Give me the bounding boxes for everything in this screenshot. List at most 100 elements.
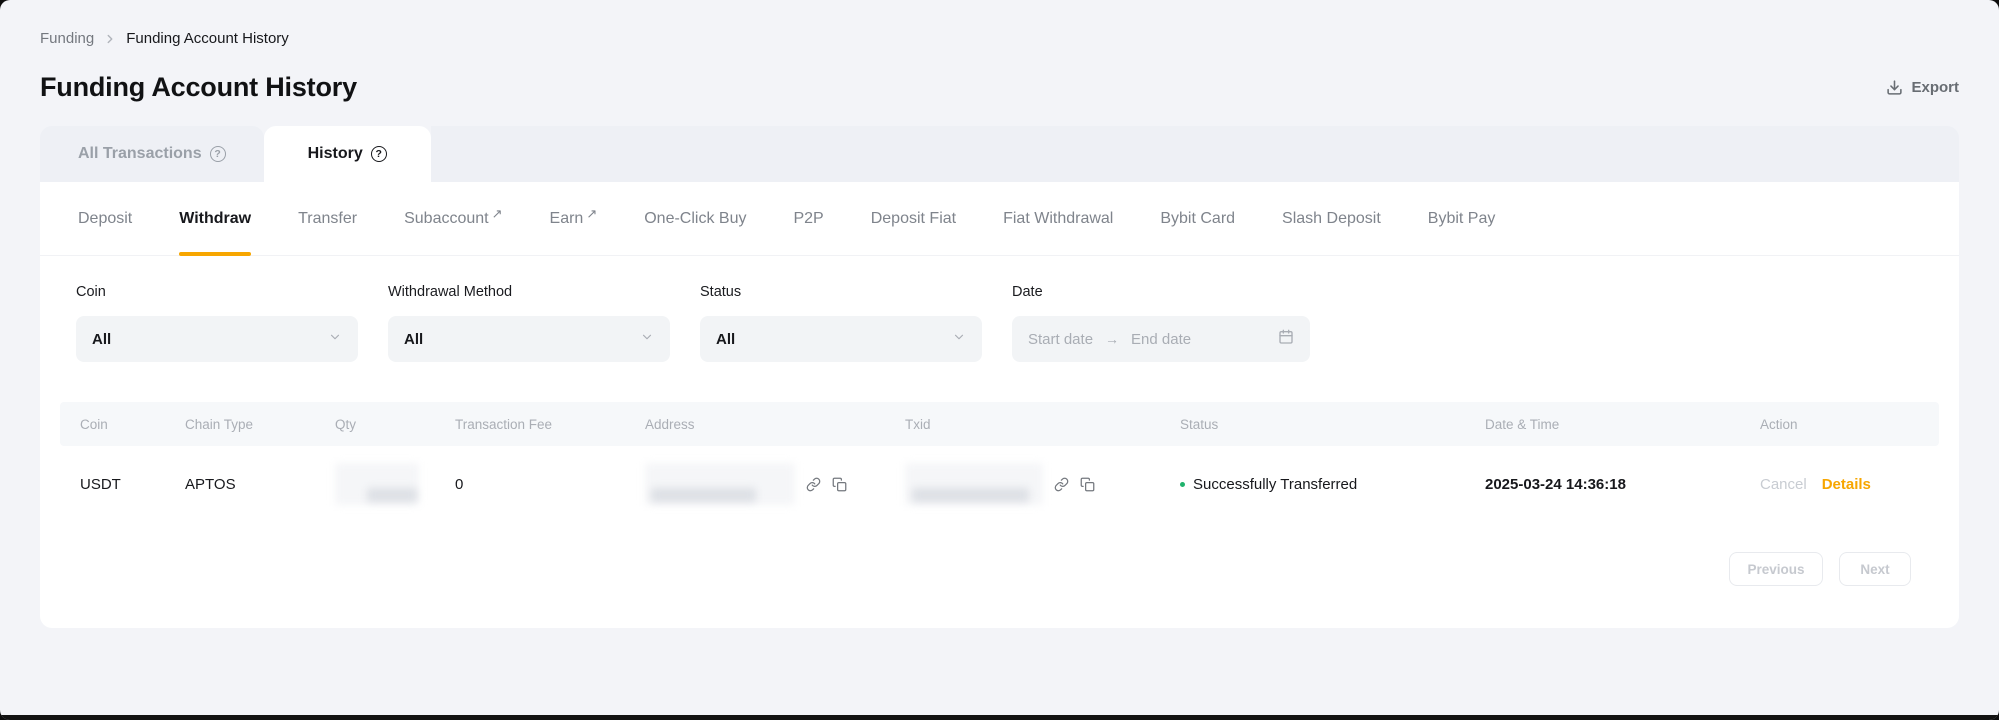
- export-label: Export: [1911, 79, 1959, 96]
- cancel-action[interactable]: Cancel: [1760, 476, 1807, 493]
- pagination: Previous Next: [40, 552, 1911, 586]
- subtab-bybit-pay[interactable]: Bybit Pay: [1428, 182, 1496, 255]
- filters-row: Coin All Withdrawal Method All Status: [40, 256, 1959, 362]
- cell-date-time: 2025-03-24 14:36:18: [1485, 476, 1760, 493]
- cell-action: Cancel Details: [1760, 476, 1919, 493]
- col-header-address: Address: [645, 417, 905, 432]
- cell-txid: [905, 463, 1180, 505]
- external-link-icon: ↗: [492, 206, 503, 222]
- subtab-p2p[interactable]: P2P: [793, 182, 823, 255]
- export-button[interactable]: Export: [1886, 79, 1959, 96]
- subtab-earn[interactable]: Earn↗: [550, 182, 598, 255]
- subtab-fiat-withdrawal[interactable]: Fiat Withdrawal: [1003, 182, 1113, 255]
- col-header-date-time: Date & Time: [1485, 417, 1760, 432]
- subtab-label: Earn: [550, 210, 584, 228]
- bottom-edge-bar: [0, 715, 1999, 720]
- top-tabs: All Transactions ? History ?: [40, 126, 1959, 182]
- cell-chain-type: APTOS: [185, 476, 335, 493]
- funding-account-history-screen: Funding Funding Account History Funding …: [0, 0, 1999, 720]
- subtab-label: Transfer: [298, 210, 357, 228]
- subtab-deposit[interactable]: Deposit: [78, 182, 132, 255]
- previous-page-button[interactable]: Previous: [1729, 552, 1823, 586]
- chevron-right-icon: [103, 32, 117, 46]
- tab-history-label: History: [308, 145, 363, 163]
- subtab-label: Subaccount: [404, 210, 489, 228]
- address-redacted-blur: [645, 463, 795, 505]
- status-filter-label: Status: [700, 284, 982, 300]
- subtab-label: Withdraw: [179, 210, 251, 228]
- subtab-bybit-card[interactable]: Bybit Card: [1160, 182, 1235, 255]
- breadcrumb: Funding Funding Account History: [40, 30, 1959, 47]
- subtab-transfer[interactable]: Transfer: [298, 182, 357, 255]
- subtab-one-click-buy[interactable]: One-Click Buy: [644, 182, 746, 255]
- chevron-down-icon: [328, 330, 342, 349]
- tab-all-transactions-label: All Transactions: [78, 145, 202, 163]
- status-select-value: All: [716, 331, 735, 348]
- chevron-down-icon: [640, 330, 654, 349]
- help-icon[interactable]: ?: [210, 146, 226, 162]
- subtab-subaccount[interactable]: Subaccount↗: [404, 182, 502, 255]
- tabs-strip-filler: [431, 126, 1959, 182]
- subtab-label: Bybit Pay: [1428, 210, 1496, 228]
- subtab-label: Deposit Fiat: [871, 210, 956, 228]
- col-header-action: Action: [1760, 417, 1919, 432]
- date-range-picker[interactable]: Start date → End date: [1012, 316, 1310, 362]
- page-title: Funding Account History: [40, 72, 357, 103]
- history-subtabs: Deposit Withdraw Transfer Subaccount↗ Ea…: [40, 182, 1959, 256]
- breadcrumb-current: Funding Account History: [126, 30, 289, 47]
- txid-copy-icon[interactable]: [1080, 477, 1095, 492]
- subtab-label: P2P: [793, 210, 823, 228]
- download-icon: [1886, 79, 1903, 96]
- subtab-label: One-Click Buy: [644, 210, 746, 228]
- cell-transaction-fee: 0: [455, 476, 645, 493]
- col-header-txid: Txid: [905, 417, 1180, 432]
- col-header-coin: Coin: [80, 417, 185, 432]
- address-copy-icon[interactable]: [832, 477, 847, 492]
- txid-explorer-link-icon[interactable]: [1054, 477, 1069, 492]
- end-date-placeholder: End date: [1131, 331, 1191, 348]
- tab-history[interactable]: History ?: [264, 126, 431, 182]
- col-header-status: Status: [1180, 417, 1485, 432]
- withdraw-history-table: Coin Chain Type Qty Transaction Fee Addr…: [60, 402, 1939, 522]
- breadcrumb-funding-link[interactable]: Funding: [40, 30, 94, 47]
- withdrawal-method-select-value: All: [404, 331, 423, 348]
- start-date-placeholder: Start date: [1028, 331, 1093, 348]
- status-green-dot: [1180, 482, 1185, 487]
- external-link-icon: ↗: [586, 206, 597, 222]
- coin-select-value: All: [92, 331, 111, 348]
- withdrawal-method-filter-label: Withdrawal Method: [388, 284, 670, 300]
- table-row: USDT APTOS 0: [60, 446, 1939, 522]
- subtab-withdraw[interactable]: Withdraw: [179, 182, 251, 255]
- cell-coin: USDT: [80, 476, 185, 493]
- txid-redacted-blur: [905, 463, 1043, 505]
- subtab-label: Fiat Withdrawal: [1003, 210, 1113, 228]
- tab-all-transactions[interactable]: All Transactions ?: [40, 126, 264, 182]
- subtab-label: Slash Deposit: [1282, 210, 1381, 228]
- subtab-slash-deposit[interactable]: Slash Deposit: [1282, 182, 1381, 255]
- chevron-down-icon: [952, 330, 966, 349]
- col-header-qty: Qty: [335, 417, 455, 432]
- status-select[interactable]: All: [700, 316, 982, 362]
- date-filter-label: Date: [1012, 284, 1310, 300]
- coin-filter-label: Coin: [76, 284, 358, 300]
- date-range-arrow-icon: →: [1105, 331, 1119, 347]
- cell-status: Successfully Transferred: [1180, 476, 1485, 493]
- cell-address: [645, 463, 905, 505]
- status-text: Successfully Transferred: [1193, 476, 1357, 493]
- help-icon[interactable]: ?: [371, 146, 387, 162]
- calendar-icon: [1278, 329, 1294, 350]
- col-header-chain-type: Chain Type: [185, 417, 335, 432]
- table-header-row: Coin Chain Type Qty Transaction Fee Addr…: [60, 402, 1939, 446]
- history-card: Deposit Withdraw Transfer Subaccount↗ Ea…: [40, 182, 1959, 628]
- subtab-label: Deposit: [78, 210, 132, 228]
- coin-select[interactable]: All: [76, 316, 358, 362]
- address-explorer-link-icon[interactable]: [806, 477, 821, 492]
- cell-qty: [335, 463, 455, 505]
- col-header-transaction-fee: Transaction Fee: [455, 417, 645, 432]
- subtab-deposit-fiat[interactable]: Deposit Fiat: [871, 182, 956, 255]
- next-page-button[interactable]: Next: [1839, 552, 1911, 586]
- details-action[interactable]: Details: [1822, 476, 1871, 493]
- withdrawal-method-select[interactable]: All: [388, 316, 670, 362]
- qty-redacted-blur: [335, 463, 419, 505]
- subtab-label: Bybit Card: [1160, 210, 1235, 228]
